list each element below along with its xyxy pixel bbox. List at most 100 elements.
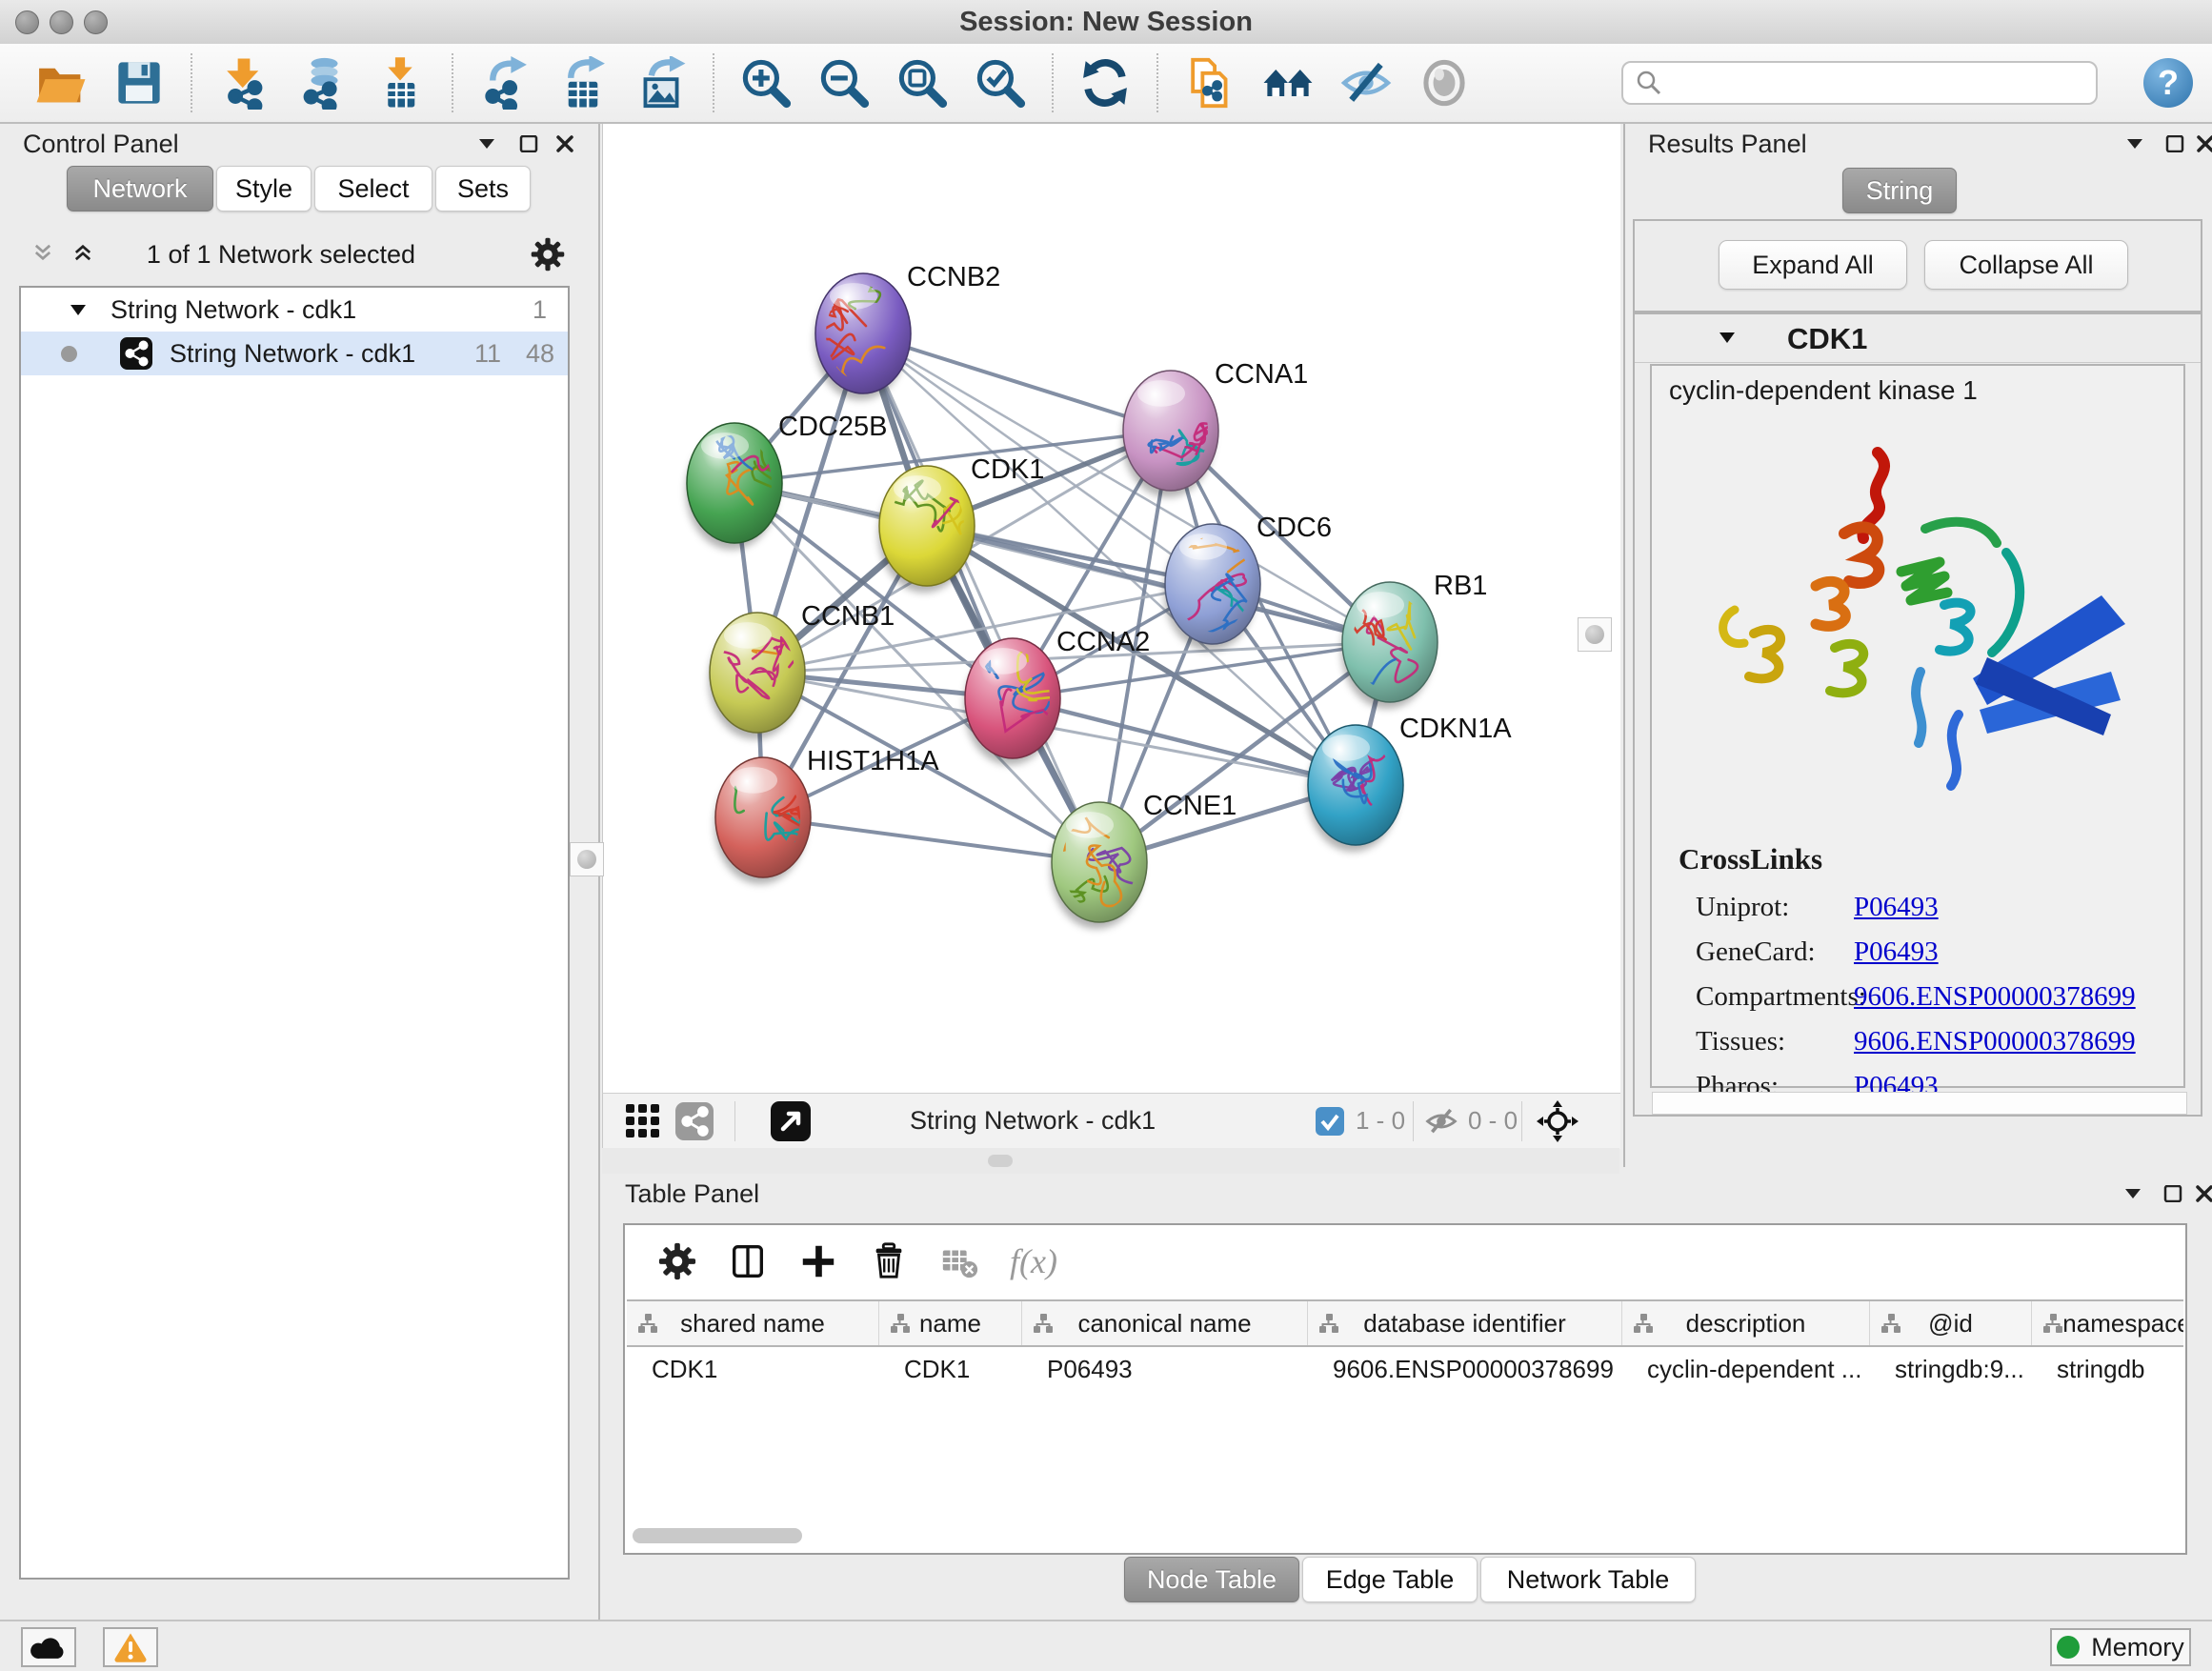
crosslink-value-link[interactable]: P06493 bbox=[1854, 936, 1939, 968]
new-network-from-selection-button[interactable] bbox=[1183, 56, 1237, 110]
collapse-all-button[interactable]: Collapse All bbox=[1924, 240, 2128, 290]
toolbar-separator bbox=[1413, 1101, 1414, 1141]
gear-icon[interactable] bbox=[657, 1241, 697, 1281]
add-column-icon[interactable] bbox=[798, 1241, 838, 1281]
tab-style[interactable]: Style bbox=[216, 166, 312, 211]
import-network-database-button[interactable] bbox=[295, 56, 349, 110]
network-node-CCNE1[interactable]: CCNE1 bbox=[1049, 791, 1237, 929]
network-node-CDC6[interactable]: CDC6 bbox=[1164, 513, 1332, 685]
column-header-canonical-name[interactable]: canonical name bbox=[1022, 1301, 1308, 1345]
birdseye-view-icon[interactable] bbox=[771, 1101, 811, 1141]
first-neighbors-button[interactable] bbox=[1261, 56, 1315, 110]
table-cell[interactable]: stringdb bbox=[2032, 1347, 2183, 1391]
column-header-label: @id bbox=[1928, 1309, 1973, 1339]
search-input[interactable] bbox=[1671, 68, 2084, 99]
close-panel-icon[interactable] bbox=[2195, 135, 2212, 152]
network-node-HIST1H1A[interactable]: HIST1H1A bbox=[689, 746, 939, 884]
network-collection-row[interactable]: String Network - cdk1 1 bbox=[21, 288, 568, 332]
gear-icon[interactable] bbox=[530, 236, 566, 272]
export-network-button[interactable] bbox=[478, 56, 532, 110]
crosslink-value-link[interactable]: P06493 bbox=[1854, 892, 1939, 923]
network-row[interactable]: String Network - cdk1 11 48 bbox=[21, 332, 568, 375]
warnings-button[interactable] bbox=[103, 1627, 158, 1667]
zoom-in-button[interactable] bbox=[739, 56, 793, 110]
gene-section-header[interactable]: CDK1 bbox=[1635, 314, 2201, 363]
grid-mode-icon[interactable] bbox=[624, 1102, 662, 1140]
selected-checkbox-icon[interactable] bbox=[1316, 1107, 1344, 1136]
apply-layout-button[interactable] bbox=[1078, 56, 1132, 110]
export-table-button[interactable] bbox=[556, 56, 610, 110]
tab-network[interactable]: Network bbox=[67, 166, 213, 211]
section-collapse-icon[interactable] bbox=[1717, 331, 1738, 346]
export-image-button[interactable] bbox=[634, 56, 688, 110]
pan-crosshair-icon[interactable] bbox=[1537, 1100, 1579, 1142]
import-table-button[interactable] bbox=[373, 56, 427, 110]
table-cell[interactable]: P06493 bbox=[1022, 1347, 1308, 1391]
column-header-name[interactable]: name bbox=[879, 1301, 1022, 1345]
hidden-eye-icon[interactable] bbox=[1424, 1106, 1458, 1137]
network-node-CCNB2[interactable]: CCNB2 bbox=[812, 223, 1001, 402]
maximize-panel-icon[interactable] bbox=[518, 135, 539, 152]
maximize-panel-icon[interactable] bbox=[2162, 1185, 2183, 1202]
tab-edge-table[interactable]: Edge Table bbox=[1302, 1557, 1478, 1602]
tree-expand-icon[interactable] bbox=[69, 303, 88, 318]
horizontal-splitter[interactable] bbox=[602, 1148, 1619, 1174]
left-splitter-handle[interactable] bbox=[570, 842, 604, 876]
table-cell[interactable]: cyclin-dependent ... bbox=[1622, 1347, 1870, 1391]
network-edge[interactable] bbox=[763, 817, 1099, 862]
float-panel-icon[interactable] bbox=[2124, 135, 2145, 152]
zoom-selected-button[interactable] bbox=[974, 56, 1027, 110]
results-scroll-track[interactable] bbox=[1652, 1092, 2187, 1115]
zoom-out-button[interactable] bbox=[817, 56, 871, 110]
zoom-fit-button[interactable] bbox=[895, 56, 949, 110]
tab-node-table[interactable]: Node Table bbox=[1124, 1557, 1299, 1602]
tab-string[interactable]: String bbox=[1842, 168, 1957, 213]
table-row[interactable]: CDK1CDK1P064939606.ENSP00000378699cyclin… bbox=[627, 1347, 2183, 1391]
table-cell[interactable]: CDK1 bbox=[879, 1347, 1022, 1391]
table-cell[interactable]: stringdb:9... bbox=[1870, 1347, 2032, 1391]
maximize-panel-icon[interactable] bbox=[2164, 135, 2185, 152]
network-canvas[interactable]: CCNB2CCNA1CDC25BCDK1CDC6RB1CCNB1CCNA2CDK… bbox=[602, 124, 1620, 1093]
crosslink-row: Tissues:9606.ENSP00000378699 bbox=[1652, 1020, 2183, 1065]
column-header-description[interactable]: description bbox=[1622, 1301, 1870, 1345]
close-panel-icon[interactable] bbox=[554, 135, 575, 152]
close-panel-icon[interactable] bbox=[2194, 1185, 2212, 1202]
save-session-button[interactable] bbox=[112, 56, 166, 110]
cloud-button[interactable] bbox=[21, 1627, 76, 1667]
delete-table-icon[interactable] bbox=[939, 1241, 979, 1281]
open-session-button[interactable] bbox=[34, 56, 88, 110]
expand-all-button[interactable]: Expand All bbox=[1719, 240, 1907, 290]
show-columns-icon[interactable] bbox=[728, 1241, 768, 1281]
float-panel-icon[interactable] bbox=[2122, 1185, 2143, 1202]
crosslink-value-link[interactable]: 9606.ENSP00000378699 bbox=[1854, 981, 2136, 1013]
column-header-id[interactable]: @id bbox=[1870, 1301, 2032, 1345]
tab-network-table[interactable]: Network Table bbox=[1480, 1557, 1696, 1602]
network-node-CCNB1[interactable]: CCNB1 bbox=[709, 578, 895, 739]
network-node-CCNA1[interactable]: CCNA1 bbox=[1122, 359, 1308, 497]
show-graphics-details-button[interactable] bbox=[1418, 56, 1471, 110]
help-button[interactable]: ? bbox=[2143, 58, 2193, 108]
tab-select[interactable]: Select bbox=[314, 166, 432, 211]
float-panel-icon[interactable] bbox=[476, 135, 497, 152]
memory-button[interactable]: Memory bbox=[2050, 1628, 2191, 1666]
column-header-shared-name[interactable]: shared name bbox=[627, 1301, 879, 1345]
crosslink-value-link[interactable]: 9606.ENSP00000378699 bbox=[1854, 1026, 2136, 1057]
network-node-RB1[interactable]: RB1 bbox=[1337, 571, 1488, 715]
right-splitter-handle[interactable] bbox=[1578, 617, 1612, 652]
table-cell[interactable]: CDK1 bbox=[627, 1347, 879, 1391]
hide-selection-button[interactable] bbox=[1339, 56, 1393, 110]
network-edge[interactable] bbox=[863, 333, 1099, 862]
column-header-database-identifier[interactable]: database identifier bbox=[1308, 1301, 1622, 1345]
fx-function-button[interactable]: f(x) bbox=[1010, 1241, 1057, 1281]
delete-column-icon[interactable] bbox=[869, 1241, 909, 1281]
table-cell[interactable]: 9606.ENSP00000378699 bbox=[1308, 1347, 1622, 1391]
string-view-icon[interactable] bbox=[675, 1102, 714, 1140]
table-hscrollbar[interactable] bbox=[633, 1528, 918, 1543]
network-node-CDKN1A[interactable]: CDKN1A bbox=[1307, 714, 1512, 852]
import-network-file-button[interactable] bbox=[217, 56, 271, 110]
column-header-namespace[interactable]: namespace bbox=[2032, 1301, 2183, 1345]
network-node-CDK1[interactable]: CDK1 bbox=[871, 454, 1044, 593]
zoom-out-icon bbox=[817, 56, 871, 110]
network-node-CDC25B[interactable]: CDC25B bbox=[686, 412, 887, 550]
tab-sets[interactable]: Sets bbox=[435, 166, 531, 211]
